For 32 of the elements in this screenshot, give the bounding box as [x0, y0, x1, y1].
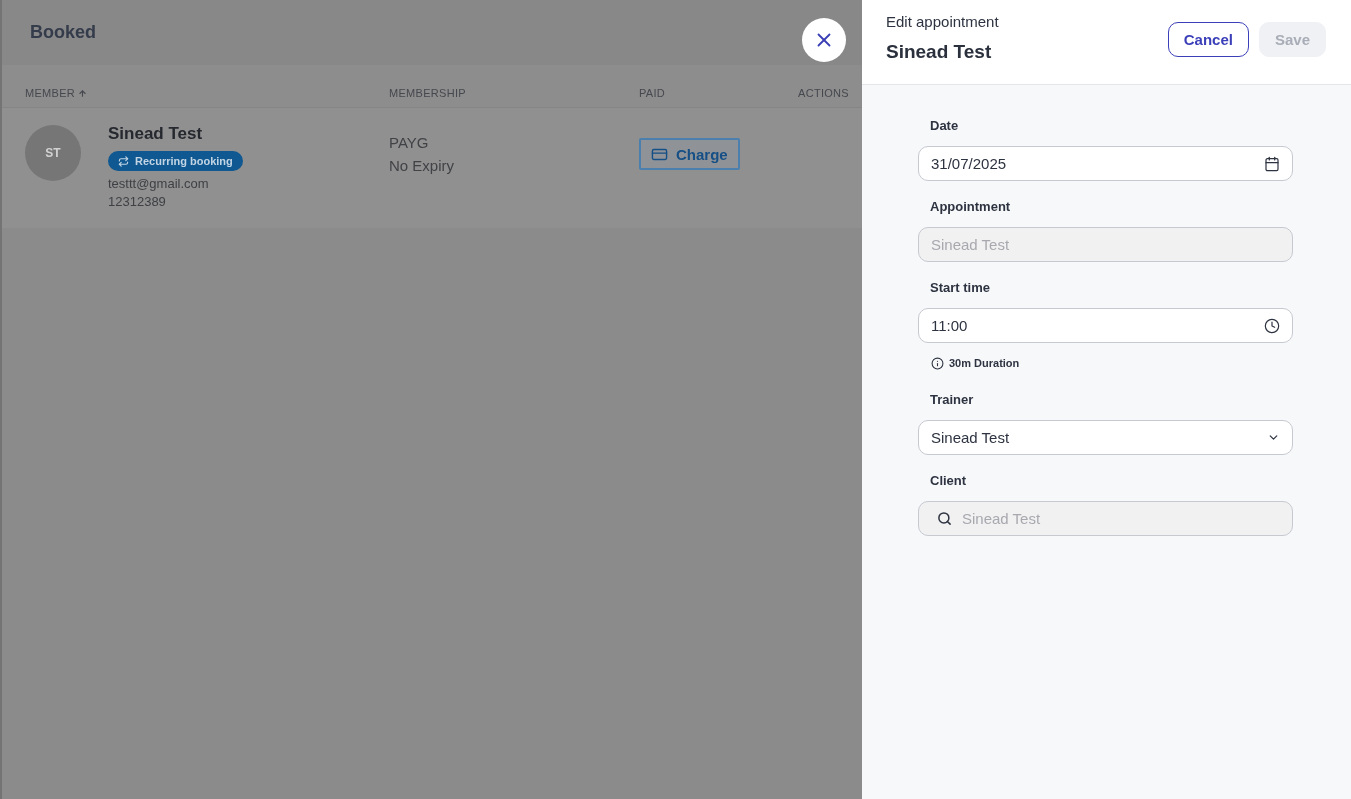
duration-hint: 30m Duration — [949, 357, 1020, 369]
recurring-booking-badge: Recurring booking — [108, 151, 243, 171]
cancel-button[interactable]: Cancel — [1167, 22, 1249, 57]
search-icon — [937, 511, 952, 526]
membership-text: No Expiry — [389, 156, 456, 176]
field-label: Appointment — [929, 199, 1012, 215]
appointment-field: Sinead Test — [918, 227, 1293, 262]
client-search-field: Sinead Test — [918, 501, 1293, 536]
membership-text: PAYG — [389, 133, 430, 153]
member-email: testtt@gmail.com — [108, 175, 209, 193]
page-title: Booked — [30, 22, 96, 43]
date-field[interactable]: 31/07/2025 — [918, 146, 1293, 181]
drawer-title: Sinead Test — [886, 40, 993, 64]
calendar-icon[interactable] — [1264, 155, 1280, 172]
clock-icon[interactable] — [1264, 317, 1280, 334]
field-label: Client — [929, 473, 968, 489]
field-label: Start time — [929, 280, 991, 296]
member-name: Sinead Test — [108, 124, 203, 144]
charge-button[interactable]: Charge — [639, 138, 740, 170]
trainer-select[interactable]: Sinead Test — [918, 420, 1293, 455]
info-icon — [931, 356, 944, 370]
member-phone: 12312389 — [108, 193, 166, 211]
drawer-subtitle: Edit appointment — [886, 12, 999, 32]
field-label: Date — [929, 118, 960, 134]
avatar-initials: ST — [25, 125, 81, 181]
column-header[interactable]: PAID — [639, 87, 798, 99]
column-header[interactable]: ACTIONS — [798, 87, 862, 99]
column-header[interactable]: MEMBERSHIP — [389, 87, 639, 99]
repeat-icon — [118, 155, 129, 167]
time-field[interactable]: 11:00 — [918, 308, 1293, 343]
field-label: Trainer — [929, 392, 975, 408]
column-header[interactable]: MEMBER — [25, 87, 389, 99]
